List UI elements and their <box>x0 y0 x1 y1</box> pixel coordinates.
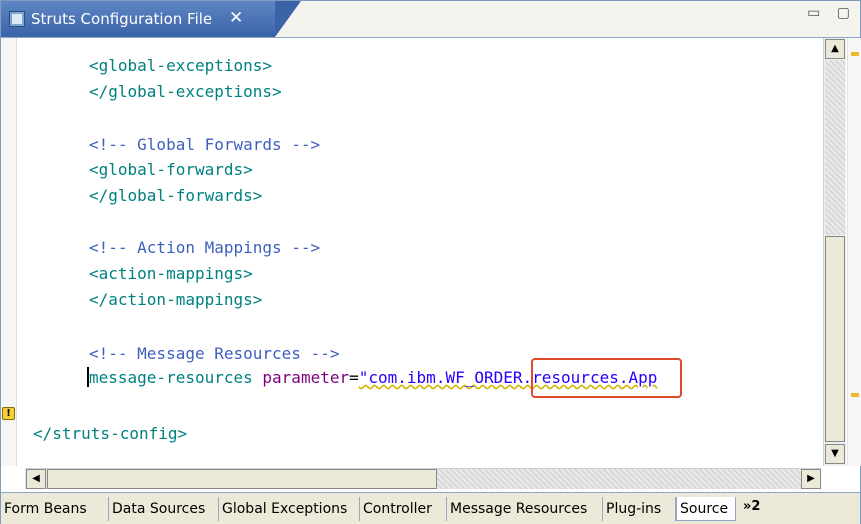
code-line: </struts-config> <box>33 422 187 446</box>
window-controls[interactable]: ▭ ▢ <box>807 5 856 21</box>
tab-source[interactable]: Source <box>676 497 736 521</box>
close-icon[interactable]: ✕ <box>229 8 243 28</box>
code-line: </action-mappings> <box>89 288 262 312</box>
tab-controller[interactable]: Controller <box>360 497 447 521</box>
tab-plug-ins[interactable]: Plug-ins <box>603 497 676 521</box>
code-line: </global-forwards> <box>89 184 262 208</box>
scroll-track[interactable] <box>825 60 845 235</box>
code-attribute: parameter <box>262 368 350 387</box>
highlight-box <box>531 358 682 398</box>
editor-page-tabs: Form Beans Data Sources Global Exception… <box>1 492 860 524</box>
vertical-scrollbar[interactable]: ▲ ▼ <box>823 38 846 466</box>
code-token: message-resources <box>89 368 253 387</box>
scroll-right-arrow-icon[interactable]: ▶ <box>801 469 821 489</box>
tab-title: Struts Configuration File <box>31 10 213 28</box>
code-equals: = <box>349 368 359 387</box>
scroll-up-arrow-icon[interactable]: ▲ <box>825 39 845 59</box>
editor-tab-strip: Struts Configuration File ✕ ▭ ▢ <box>1 1 860 38</box>
horizontal-scrollbar[interactable]: ◀ ▶ <box>25 468 821 489</box>
warning-icon[interactable]: ! <box>2 407 15 420</box>
tab-data-sources[interactable]: Data Sources <box>109 497 219 521</box>
code-token: <action-mappings> <box>89 264 253 283</box>
overview-ruler <box>847 38 861 466</box>
code-comment: <!-- Global Forwards --> <box>89 135 321 154</box>
code-comment: <!-- Action Mappings --> <box>89 238 321 257</box>
code-token: <global-forwards> <box>89 160 253 179</box>
struts-config-editor: Struts Configuration File ✕ ▭ ▢ ! <globa… <box>0 0 861 524</box>
annotation-gutter: ! <box>1 38 17 466</box>
source-code-area[interactable]: <global-exceptions> </global-exceptions>… <box>25 38 821 466</box>
code-line: <!-- Global Forwards --> <box>89 133 320 157</box>
scroll-left-arrow-icon[interactable]: ◀ <box>26 469 46 489</box>
code-token: </global-forwards> <box>89 186 263 205</box>
tab-struts-configuration-file[interactable]: Struts Configuration File ✕ <box>1 1 301 37</box>
code-token: </struts-config> <box>33 424 188 443</box>
code-comment: <!-- Message Resources --> <box>89 344 340 363</box>
tab-form-beans[interactable]: Form Beans <box>1 497 109 521</box>
tab-message-resources[interactable]: Message Resources <box>447 497 603 521</box>
code-token: </action-mappings> <box>89 290 263 309</box>
code-token: </global-exceptions> <box>89 82 282 101</box>
code-line: <global-forwards> <box>89 158 253 182</box>
scroll-down-arrow-icon[interactable]: ▼ <box>825 444 845 464</box>
horizontal-scroll-thumb[interactable] <box>47 469 437 489</box>
code-line: <action-mappings> <box>89 262 253 286</box>
scroll-thumb[interactable] <box>825 236 845 442</box>
code-line: <!-- Action Mappings --> <box>89 236 320 260</box>
tab-global-exceptions[interactable]: Global Exceptions <box>219 497 360 521</box>
ruler-warning-mark[interactable] <box>851 393 859 397</box>
ruler-warning-mark[interactable] <box>851 52 859 56</box>
code-line: <!-- Message Resources --> <box>89 342 339 366</box>
more-tabs-chevron-icon[interactable]: »2 <box>743 499 760 514</box>
code-token: <global-exceptions> <box>89 56 273 75</box>
code-line: <global-exceptions> <box>89 54 272 78</box>
struts-config-file-icon <box>9 11 25 27</box>
code-line: </global-exceptions> <box>89 80 282 104</box>
